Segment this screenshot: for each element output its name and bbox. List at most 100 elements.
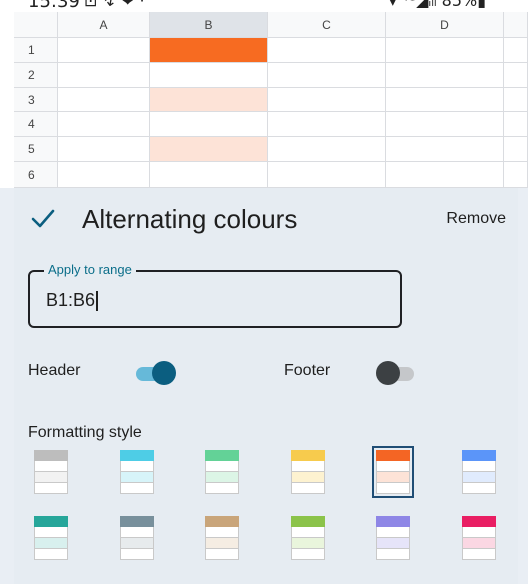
grid-cell[interactable]	[268, 63, 386, 88]
formatting-style-swatch[interactable]	[116, 512, 158, 564]
column-header-e-partial[interactable]	[504, 12, 528, 38]
swatch-row	[34, 483, 68, 494]
swatch-alt-row	[376, 472, 410, 483]
formatting-style-swatch[interactable]	[458, 446, 500, 498]
range-input[interactable]: B1:B6	[46, 290, 346, 312]
swatch-header-band	[120, 516, 154, 527]
swatch-header-band	[205, 516, 239, 527]
swatch-row	[205, 549, 239, 560]
column-header-c[interactable]: C	[268, 12, 386, 38]
swatch-row	[34, 549, 68, 560]
spreadsheet-grid[interactable]: ABCD 123456	[0, 12, 528, 188]
grid-cell[interactable]	[150, 162, 268, 188]
grid-cell[interactable]	[58, 162, 150, 188]
grid-cell[interactable]	[386, 88, 504, 112]
grid-cell[interactable]	[504, 112, 528, 137]
swatch-row	[205, 483, 239, 494]
swatch-row	[120, 483, 154, 494]
row-header-1[interactable]: 1	[14, 38, 58, 63]
swatch-row	[376, 483, 410, 494]
range-label: Apply to range	[44, 262, 136, 277]
grid-cell[interactable]	[150, 88, 268, 112]
row-header-4[interactable]: 4	[14, 112, 58, 137]
swatch-alt-row	[120, 538, 154, 549]
row-header-5[interactable]: 5	[14, 137, 58, 162]
status-bar: 15:39 ⊡ ↯ ❤ · ▾ ⁴ᴳ◢ᵢₗₗ 85%▮	[0, 0, 528, 12]
grid-cell[interactable]	[386, 137, 504, 162]
grid-cell[interactable]	[58, 137, 150, 162]
grid-cell[interactable]	[150, 38, 268, 63]
check-icon[interactable]	[30, 208, 56, 230]
grid-cell[interactable]	[150, 63, 268, 88]
swatch-row	[34, 461, 68, 472]
swatch-row	[120, 527, 154, 538]
swatch-row	[376, 549, 410, 560]
row-header-6[interactable]: 6	[14, 162, 58, 188]
grid-cell[interactable]	[268, 162, 386, 188]
swatch-alt-row	[291, 472, 325, 483]
swatch-row	[291, 527, 325, 538]
swatch-row	[376, 527, 410, 538]
grid-cell[interactable]	[58, 38, 150, 63]
grid-cell[interactable]	[386, 38, 504, 63]
swatch-alt-row	[462, 472, 496, 483]
grid-cell[interactable]	[150, 112, 268, 137]
footer-toggle[interactable]	[376, 360, 416, 386]
formatting-style-swatch[interactable]	[372, 446, 414, 498]
swatch-alt-row	[376, 538, 410, 549]
swatch-alt-row	[34, 472, 68, 483]
grid-cell[interactable]	[504, 137, 528, 162]
column-header-a[interactable]: A	[58, 12, 150, 38]
formatting-style-swatch[interactable]	[116, 446, 158, 498]
swatch-row	[291, 549, 325, 560]
formatting-style-swatch[interactable]	[201, 512, 243, 564]
grid-cell[interactable]	[268, 88, 386, 112]
footer-toggle-thumb	[376, 361, 400, 385]
column-header-b[interactable]: B	[150, 12, 268, 38]
swatch-header-band	[34, 450, 68, 461]
swatch-row	[205, 461, 239, 472]
swatch-row	[120, 461, 154, 472]
grid-cell[interactable]	[58, 88, 150, 112]
grid-cell[interactable]	[268, 38, 386, 63]
formatting-style-swatch[interactable]	[201, 446, 243, 498]
grid-cell[interactable]	[386, 162, 504, 188]
grid-cell[interactable]	[150, 137, 268, 162]
remove-button[interactable]: Remove	[446, 210, 506, 228]
header-toggle[interactable]	[136, 360, 176, 386]
grid-cell[interactable]	[268, 112, 386, 137]
grid-corner[interactable]	[14, 12, 58, 38]
formatting-style-swatch[interactable]	[30, 446, 72, 498]
formatting-style-swatch[interactable]	[372, 512, 414, 564]
formatting-style-swatch[interactable]	[287, 512, 329, 564]
range-value: B1:B6	[46, 290, 96, 310]
header-label: Header	[28, 362, 81, 379]
grid-cell[interactable]	[504, 88, 528, 112]
apply-to-range-field[interactable]: Apply to range B1:B6	[28, 262, 402, 328]
swatch-row	[291, 483, 325, 494]
grid-cell[interactable]	[58, 63, 150, 88]
grid-cell[interactable]	[268, 137, 386, 162]
swatch-alt-row	[205, 538, 239, 549]
grid-cell[interactable]	[58, 112, 150, 137]
swatch-row	[462, 461, 496, 472]
swatch-row	[291, 461, 325, 472]
swatch-header-band	[376, 450, 410, 461]
row-header-2[interactable]: 2	[14, 63, 58, 88]
grid-cell[interactable]	[504, 38, 528, 63]
formatting-style-swatch[interactable]	[30, 512, 72, 564]
row-header-3[interactable]: 3	[14, 88, 58, 112]
swatch-header-band	[462, 516, 496, 527]
swatch-row	[376, 461, 410, 472]
formatting-style-swatch[interactable]	[287, 446, 329, 498]
grid-cell[interactable]	[386, 63, 504, 88]
grid-cell[interactable]	[504, 63, 528, 88]
grid-cell[interactable]	[386, 112, 504, 137]
status-right-icons: ▾ ⁴ᴳ◢ᵢₗₗ 85%▮	[388, 0, 486, 10]
grid-cell[interactable]	[504, 162, 528, 188]
header-toggle-thumb	[152, 361, 176, 385]
column-header-d[interactable]: D	[386, 12, 504, 38]
swatch-row	[34, 527, 68, 538]
formatting-style-swatch[interactable]	[458, 512, 500, 564]
swatch-header-band	[291, 450, 325, 461]
